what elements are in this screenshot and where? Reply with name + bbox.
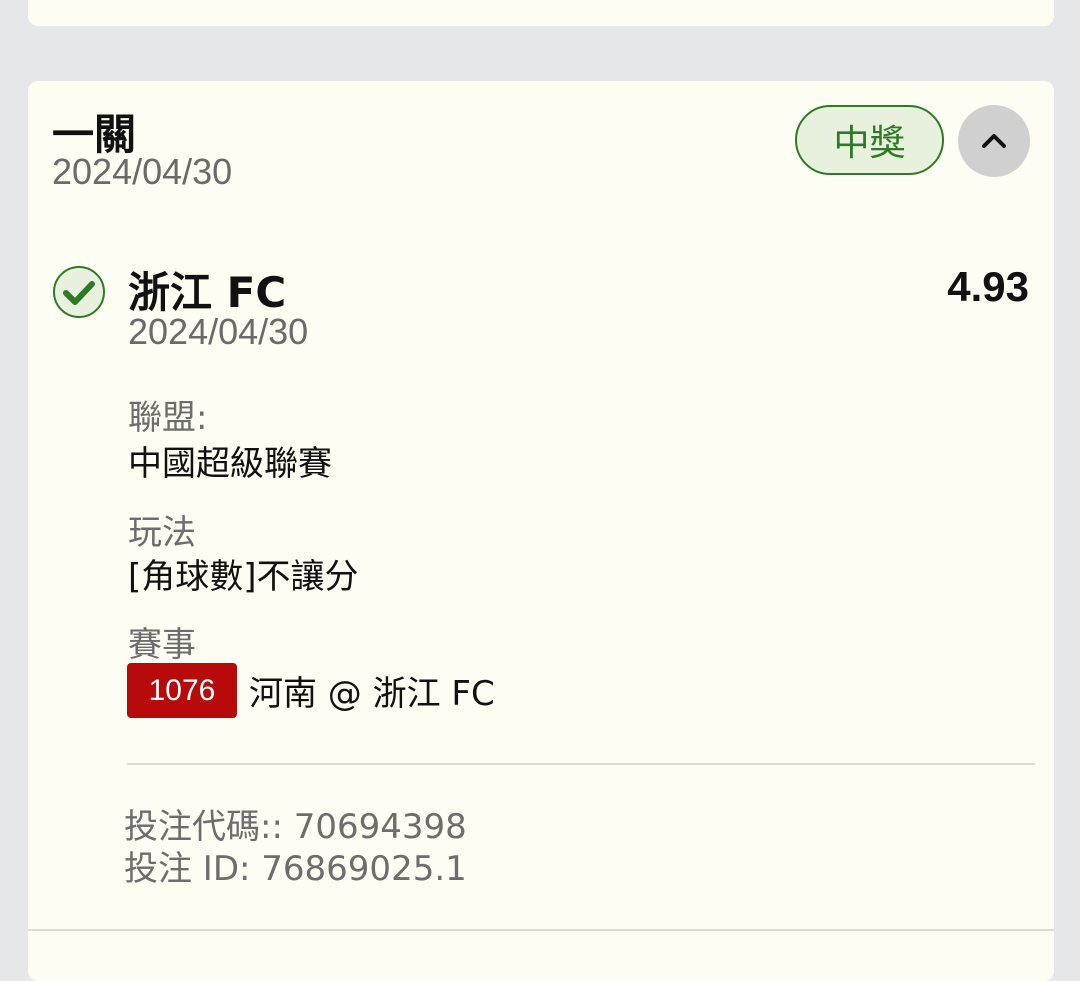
event-number-badge: 1076	[127, 663, 237, 718]
league-label: 聯盟:	[128, 398, 208, 438]
previous-card-bottom	[28, 0, 1054, 26]
chevron-up-icon	[982, 134, 1006, 148]
bet-date: 2024/04/30	[52, 151, 233, 192]
bet-slip-card: 一關 2024/04/30 中獎 浙江 FC 2024/04/30 4.93 聯…	[28, 81, 1054, 981]
divider	[127, 763, 1035, 765]
selection-date: 2024/04/30	[128, 311, 309, 352]
market-label: 玩法	[128, 513, 196, 553]
bet-id: 投注 ID: 76869025.1	[124, 849, 467, 889]
status-badge: 中獎	[795, 105, 944, 175]
odds-value: 4.93	[947, 263, 1029, 310]
event-row: 1076 河南 @ 浙江 FC	[127, 663, 495, 718]
check-circle-icon	[53, 266, 105, 318]
event-name: 河南 @ 浙江 FC	[249, 674, 495, 714]
market-value: [角球數]不讓分	[128, 557, 359, 597]
collapse-button[interactable]	[958, 105, 1030, 177]
bottom-divider	[28, 929, 1054, 931]
league-value: 中國超級聯賽	[128, 444, 332, 484]
event-label: 賽事	[128, 625, 196, 665]
